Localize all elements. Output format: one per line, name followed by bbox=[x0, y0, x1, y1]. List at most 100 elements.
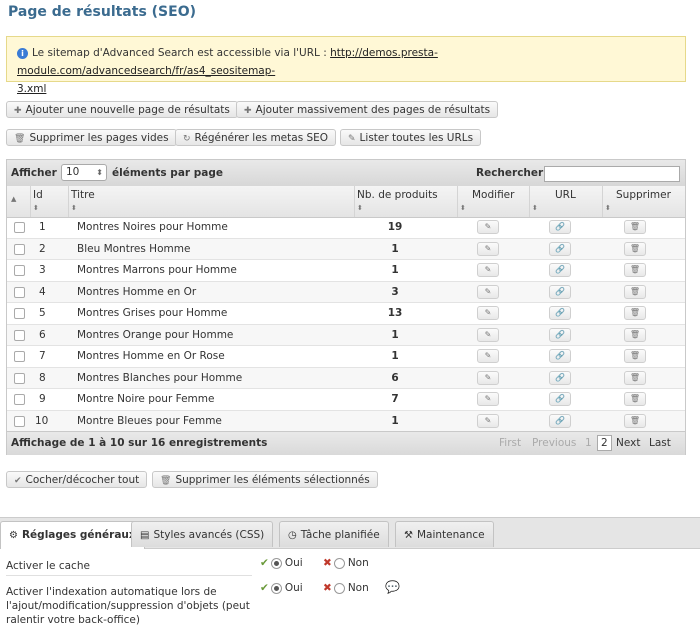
row-checkbox[interactable] bbox=[14, 329, 25, 341]
sort-icon[interactable]: ▲ bbox=[11, 195, 16, 203]
edit-icon[interactable]: ✎ bbox=[477, 392, 499, 406]
tab-maintenance[interactable]: ⚒ Maintenance bbox=[395, 521, 494, 547]
first-page-link[interactable]: First bbox=[499, 437, 521, 449]
tab-css[interactable]: ▤ Styles avancés (CSS) bbox=[131, 521, 274, 547]
edit-icon[interactable]: ✎ bbox=[477, 263, 499, 277]
link-icon[interactable]: 🔗 bbox=[549, 241, 571, 256]
link-icon[interactable]: 🔗 bbox=[549, 413, 571, 428]
sitemap-link-end[interactable]: 3.xml bbox=[17, 83, 46, 95]
table-row[interactable]: 3 Montres Marrons pour Homme 1 ✎ 🔗 🗑 bbox=[7, 260, 685, 282]
col-title[interactable]: Titre bbox=[71, 189, 95, 201]
table-row[interactable]: 10 Montre Bleues pour Femme 1 ✎ 🔗 🗑 bbox=[7, 410, 685, 432]
row-title: Montres Grises pour Homme bbox=[77, 307, 228, 319]
row-checkbox[interactable] bbox=[14, 394, 25, 405]
link-icon[interactable]: 🔗 bbox=[549, 284, 571, 299]
delete-selected-button[interactable]: 🗑 Supprimer les éléments sélectionnés bbox=[152, 471, 378, 488]
trash-icon[interactable]: 🗑 bbox=[624, 349, 646, 363]
trash-icon[interactable]: 🗑 bbox=[624, 241, 646, 256]
sort-icon[interactable]: ⬍ bbox=[460, 204, 466, 212]
index-yes-option[interactable]: ✔ Oui bbox=[260, 582, 303, 594]
table-row[interactable]: 7 Montres Homme en Or Rose 1 ✎ 🔗 🗑 bbox=[7, 346, 685, 368]
trash-icon[interactable]: 🗑 bbox=[624, 413, 646, 428]
link-icon[interactable]: 🔗 bbox=[549, 263, 571, 277]
table-row[interactable]: 2 Bleu Montres Homme 1 ✎ 🔗 🗑 bbox=[7, 238, 685, 260]
cache-no-option[interactable]: ✖ Non bbox=[323, 557, 369, 569]
edit-icon[interactable]: ✎ bbox=[477, 413, 499, 428]
link-icon[interactable]: 🔗 bbox=[549, 392, 571, 406]
row-title: Montres Homme en Or bbox=[77, 285, 197, 298]
page-1-link[interactable]: 1 bbox=[585, 437, 592, 449]
row-checkbox[interactable] bbox=[14, 286, 25, 298]
index-no-radio[interactable] bbox=[333, 582, 345, 594]
trash-icon[interactable]: 🗑 bbox=[624, 392, 646, 406]
table-row[interactable]: 6 Montres Orange pour Homme 1 ✎ 🔗 🗑 bbox=[7, 324, 685, 346]
link-icon[interactable]: 🔗 bbox=[549, 370, 571, 385]
row-checkbox[interactable] bbox=[14, 265, 25, 276]
sort-icon[interactable]: ⬍ bbox=[605, 204, 611, 212]
page-2-link[interactable]: 2 bbox=[597, 435, 612, 451]
list-urls-button[interactable]: ✎ Lister toutes les URLs bbox=[340, 129, 482, 146]
regen-metas-button[interactable]: ↻ Régénérer les metas SEO bbox=[175, 129, 337, 146]
previous-page-link[interactable]: Previous bbox=[532, 437, 576, 449]
trash-icon[interactable]: 🗑 bbox=[624, 284, 646, 299]
edit-icon[interactable]: ✎ bbox=[477, 327, 499, 342]
row-title: Montre Noire pour Femme bbox=[77, 393, 215, 405]
link-icon[interactable]: 🔗 bbox=[549, 306, 571, 320]
add-page-button[interactable]: ✚ Ajouter une nouvelle page de résultats bbox=[6, 101, 238, 118]
edit-icon[interactable]: ✎ bbox=[477, 349, 499, 363]
edit-icon[interactable]: ✎ bbox=[477, 284, 499, 299]
trash-icon[interactable]: 🗑 bbox=[624, 306, 646, 320]
edit-icon[interactable]: ✎ bbox=[477, 370, 499, 385]
page-size-select[interactable]: 10 ⬍ bbox=[61, 164, 107, 181]
col-url[interactable]: URL bbox=[555, 189, 576, 201]
next-page-link[interactable]: Next bbox=[616, 437, 640, 449]
cache-yes-option[interactable]: ✔ Oui bbox=[260, 557, 303, 569]
add-bulk-button[interactable]: ✚ Ajouter massivement des pages de résult… bbox=[236, 101, 499, 118]
trash-icon[interactable]: 🗑 bbox=[624, 327, 646, 342]
table-row[interactable]: 8 Montres Blanches pour Homme 6 ✎ 🔗 🗑 bbox=[7, 367, 685, 389]
edit-icon[interactable]: ✎ bbox=[477, 241, 499, 256]
link-icon[interactable]: 🔗 bbox=[549, 349, 571, 363]
delete-empty-button[interactable]: 🗑 Supprimer les pages vides bbox=[6, 129, 177, 146]
trash-icon[interactable]: 🗑 bbox=[624, 263, 646, 277]
edit-icon[interactable]: ✎ bbox=[477, 306, 499, 320]
index-no-option[interactable]: ✖ Non bbox=[323, 582, 369, 594]
row-checkbox[interactable] bbox=[14, 308, 25, 319]
trash-icon[interactable]: 🗑 bbox=[624, 220, 646, 234]
col-id[interactable]: Id bbox=[33, 189, 43, 201]
link-icon[interactable]: 🔗 bbox=[549, 327, 571, 342]
col-delete[interactable]: Supprimer bbox=[616, 189, 671, 201]
cache-no-radio[interactable] bbox=[333, 557, 345, 569]
trash-icon[interactable]: 🗑 bbox=[624, 370, 646, 385]
row-checkbox[interactable] bbox=[14, 222, 25, 233]
row-checkbox[interactable] bbox=[14, 415, 25, 427]
col-products[interactable]: Nb. de produits bbox=[357, 189, 438, 201]
edit-icon[interactable]: ✎ bbox=[477, 220, 499, 234]
row-products: 7 bbox=[391, 393, 399, 405]
row-title: Montres Marrons pour Homme bbox=[77, 264, 237, 276]
table-row[interactable]: 9 Montre Noire pour Femme 7 ✎ 🔗 🗑 bbox=[7, 389, 685, 411]
search-input[interactable] bbox=[544, 166, 680, 182]
row-checkbox[interactable] bbox=[14, 372, 25, 384]
sort-icon[interactable]: ⬍ bbox=[33, 204, 39, 212]
cache-yes-radio[interactable] bbox=[270, 557, 282, 569]
tab-cron[interactable]: ◷ Tâche planifiée bbox=[279, 521, 389, 547]
row-checkbox[interactable] bbox=[14, 243, 25, 255]
row-checkbox[interactable] bbox=[14, 351, 25, 362]
sort-icon[interactable]: ⬍ bbox=[71, 204, 77, 212]
tab-general[interactable]: ⚙ Réglages généraux bbox=[0, 521, 145, 549]
table-row[interactable]: 4 Montres Homme en Or 3 ✎ 🔗 🗑 bbox=[7, 281, 685, 303]
show-label: Afficher bbox=[11, 167, 57, 179]
table-row[interactable]: 5 Montres Grises pour Homme 13 ✎ 🔗 🗑 bbox=[7, 303, 685, 325]
index-yes-radio[interactable] bbox=[270, 582, 282, 594]
table-row[interactable]: 1 Montres Noires pour Homme 19 ✎ 🔗 🗑 bbox=[7, 217, 685, 239]
toggle-all-button[interactable]: ✔ Cocher/décocher tout bbox=[6, 471, 148, 488]
help-bubble-icon[interactable]: 💬 bbox=[385, 580, 400, 594]
settings-tabs: ⚙ Réglages généraux ▤ Styles avancés (CSS)… bbox=[0, 517, 700, 549]
last-page-link[interactable]: Last bbox=[649, 437, 671, 449]
sort-icon[interactable]: ⬍ bbox=[532, 204, 538, 212]
sort-icon[interactable]: ⬍ bbox=[357, 204, 363, 212]
pencil-icon: ✎ bbox=[348, 134, 356, 144]
link-icon[interactable]: 🔗 bbox=[549, 220, 571, 234]
col-edit[interactable]: Modifier bbox=[472, 189, 514, 201]
